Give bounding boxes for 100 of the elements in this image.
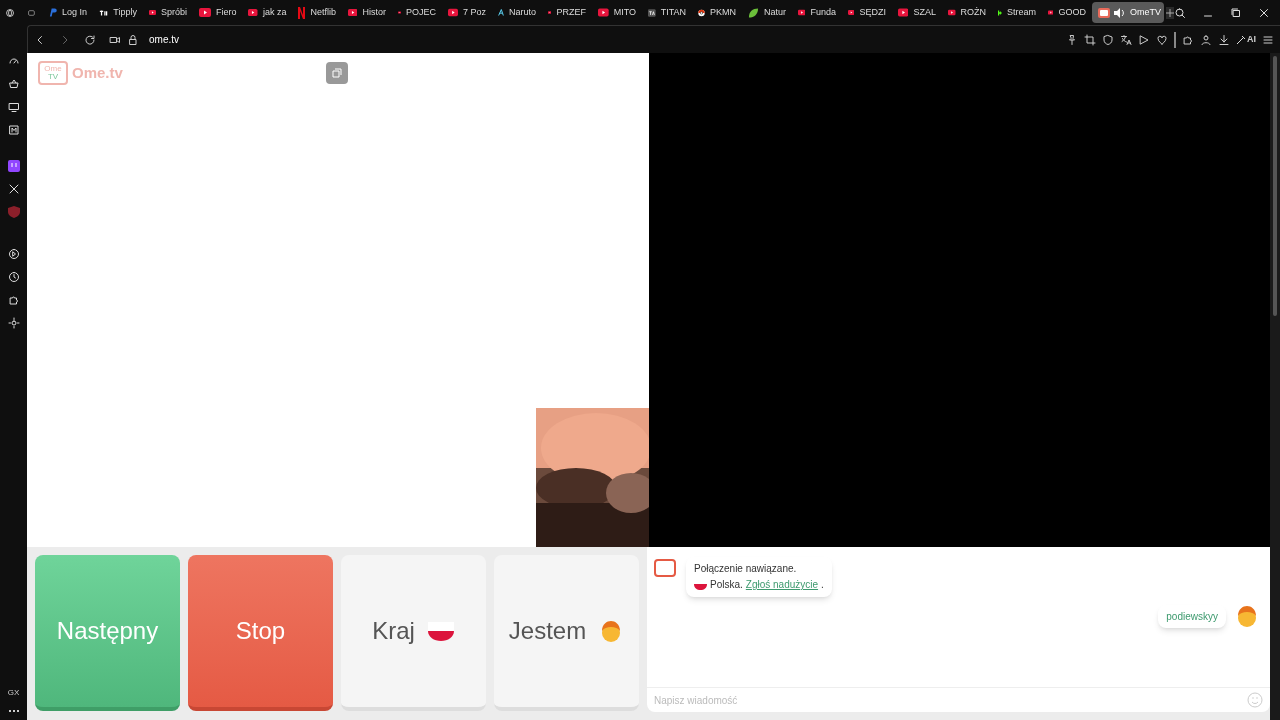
tip-logo-icon <box>98 8 109 17</box>
report-link[interactable]: Zgłoś nadużycie <box>745 577 819 593</box>
heart-icon[interactable] <box>1156 33 1168 46</box>
browser-tab[interactable]: Fiero <box>192 2 243 23</box>
ai-button[interactable]: AI <box>1247 32 1256 47</box>
browser-tab[interactable]: MITO <box>592 2 642 23</box>
square-logo-icon <box>648 6 656 19</box>
browser-tab[interactable]: POJEC <box>392 2 442 23</box>
screen-icon[interactable] <box>7 101 20 113</box>
country-button[interactable]: Kraj <box>341 555 486 711</box>
video-play-icon <box>348 8 358 17</box>
download-icon[interactable] <box>1218 33 1230 46</box>
chat-logo-icon[interactable] <box>7 160 20 172</box>
tab-title: 7 Poz <box>463 5 486 19</box>
scrollbar-thumb[interactable] <box>1273 56 1277 316</box>
tab-title: PRZEF <box>556 5 586 19</box>
browser-tab[interactable]: Natur <box>742 2 792 23</box>
video-play-icon <box>198 8 211 17</box>
browser-tab[interactable]: jak za <box>242 2 293 23</box>
tab-title: Funda <box>810 5 836 19</box>
tab-title: Stream <box>1007 5 1036 19</box>
tv-logo-icon <box>654 559 676 577</box>
message-field[interactable]: Napisz wiadomość <box>654 692 1247 708</box>
tab-title: jak za <box>262 5 287 19</box>
browser-tab[interactable]: 7 Poz <box>442 2 492 23</box>
browser-tab[interactable]: SZAL <box>892 2 942 23</box>
video-play-icon <box>598 8 609 17</box>
video-play-icon <box>798 8 806 17</box>
browser-tab[interactable]: Stream <box>992 2 1042 23</box>
letter-logo-icon <box>498 7 504 18</box>
tab-title: OmeTV <box>1130 5 1161 19</box>
puzzle-icon[interactable] <box>7 294 20 306</box>
extensions-icon[interactable] <box>1182 33 1194 46</box>
period-text: . <box>821 578 824 592</box>
message-text: Połączenie nawiązane. <box>694 562 798 576</box>
n-logo-icon <box>298 6 306 19</box>
crop-icon[interactable] <box>1084 33 1096 46</box>
browser-tab[interactable]: PKMN <box>692 2 742 23</box>
pin-icon[interactable] <box>1066 33 1078 46</box>
restore-icon[interactable] <box>1230 6 1242 19</box>
country-text: Polska. <box>710 578 743 592</box>
logo-badge-text: Ome <box>44 65 62 73</box>
settings-icon[interactable] <box>7 317 20 329</box>
leaf-icon <box>748 6 759 19</box>
profile-icon[interactable] <box>1200 33 1212 46</box>
browser-tab[interactable]: Tipply <box>92 2 143 23</box>
x-logo-icon[interactable] <box>7 183 20 195</box>
tab-title: POJEC <box>406 5 436 19</box>
url-text[interactable]: ome.tv <box>149 32 179 47</box>
basket-icon[interactable] <box>7 78 20 90</box>
tab-title: TITAN <box>660 5 686 19</box>
reload-icon[interactable] <box>84 33 96 46</box>
tab-title: SĘDZI <box>859 5 886 19</box>
tab-title: Natur <box>764 5 786 19</box>
send-icon[interactable] <box>1138 33 1150 46</box>
tab-title: GOOD <box>1058 5 1086 19</box>
logo-text: Ome.tv <box>72 62 123 83</box>
tab-title: Spróbi <box>160 5 187 19</box>
gender-button[interactable]: Jestem <box>494 555 639 711</box>
menu-icon[interactable] <box>1262 33 1274 46</box>
shield-check-icon[interactable] <box>1102 33 1114 46</box>
tab-title: MITO <box>613 5 636 19</box>
browser-tab[interactable]: OmeTV <box>1092 2 1164 23</box>
tab-title: PKMN <box>710 5 736 19</box>
search-icon[interactable] <box>1174 6 1186 19</box>
browser-tab[interactable]: Histor <box>342 2 392 23</box>
sidebar-label[interactable]: GX <box>7 687 20 699</box>
new-tab-icon[interactable] <box>1166 6 1174 19</box>
speaker-icon <box>1114 7 1125 18</box>
video-play-icon <box>148 8 156 17</box>
tab-title: Fiero <box>215 5 237 19</box>
lock-icon[interactable] <box>127 33 139 46</box>
tab-title: ROŻN <box>960 5 986 19</box>
video-play-icon <box>1048 8 1054 17</box>
video-play-icon <box>948 8 956 17</box>
browser-tab[interactable]: Netflib <box>292 2 342 23</box>
logo-badge-text: TV <box>47 73 59 81</box>
video-play-icon <box>848 8 855 17</box>
close-icon[interactable] <box>1258 6 1270 19</box>
browser-tab[interactable]: PRZEF <box>542 2 592 23</box>
browser-tab[interactable]: SĘDZI <box>842 2 892 23</box>
message-input[interactable]: Napisz wiadomość <box>647 687 1270 712</box>
tab-title: SZAL <box>913 5 936 19</box>
browser-tab[interactable]: Funda <box>792 2 842 23</box>
browser-tab[interactable]: Naruto <box>492 2 542 23</box>
chat-message: podiewskyy <box>1158 604 1226 628</box>
browser-tab[interactable]: GOOD <box>1042 2 1092 23</box>
clock-icon[interactable] <box>7 271 20 283</box>
video-play-icon <box>248 8 258 17</box>
tab-title: Tipply <box>113 5 137 19</box>
browser-tab[interactable]: ROŻN <box>942 2 992 23</box>
browser-tab[interactable]: Log In <box>42 2 93 23</box>
browser-tab[interactable]: TITAN <box>642 2 692 23</box>
browser-tab[interactable]: Spróbi <box>142 2 193 23</box>
video-play-icon <box>898 8 909 17</box>
tv-icon <box>1098 7 1110 18</box>
translate-icon[interactable] <box>1120 33 1132 46</box>
tab-title: Histor <box>362 5 386 19</box>
p-logo-icon <box>48 7 57 18</box>
wand-icon[interactable] <box>1236 34 1246 45</box>
